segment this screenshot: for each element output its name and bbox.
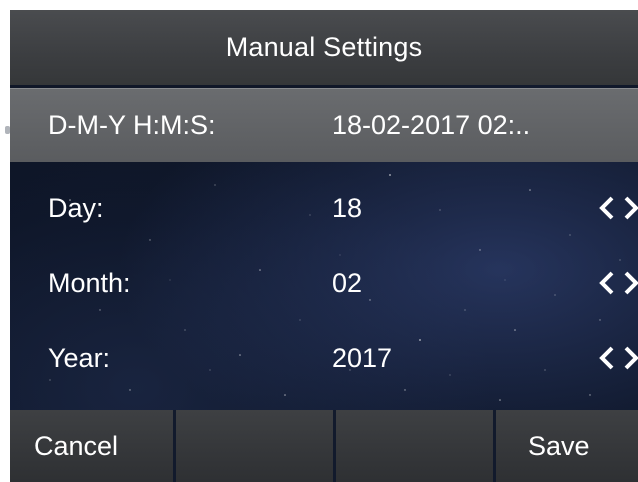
- phone-screen: Manual Settings D-M-Y H:M:S: 18-02-2017 …: [10, 10, 638, 482]
- day-label: Day:: [48, 192, 104, 223]
- year-left-right-arrows-icon[interactable]: [596, 345, 638, 371]
- year-label: Year:: [48, 342, 111, 373]
- setting-row-month[interactable]: Month: 02: [10, 246, 638, 320]
- softkey-3[interactable]: [336, 410, 496, 482]
- month-left-right-arrows-icon[interactable]: [596, 270, 638, 296]
- day-left-right-arrows-icon[interactable]: [596, 195, 638, 221]
- softkey-2[interactable]: [176, 410, 336, 482]
- datetime-value: 18-02-2017 02:..: [332, 110, 531, 140]
- setting-row-day[interactable]: Day: 18: [10, 171, 638, 245]
- title-bar: Manual Settings: [10, 10, 638, 85]
- month-label: Month:: [48, 267, 131, 298]
- setting-row-year[interactable]: Year: 2017: [10, 321, 638, 395]
- page-title: Manual Settings: [225, 32, 423, 62]
- softkey-bar: Cancel Save: [10, 410, 638, 482]
- day-value: 18: [332, 192, 363, 223]
- setting-row-datetime[interactable]: D-M-Y H:M:S: 18-02-2017 02:..: [10, 88, 638, 162]
- datetime-label: D-M-Y H:M:S:: [48, 110, 216, 140]
- year-value: 2017: [332, 342, 393, 373]
- save-softkey[interactable]: Save: [496, 410, 638, 482]
- month-value: 02: [332, 267, 363, 298]
- cancel-softkey[interactable]: Cancel: [10, 410, 176, 482]
